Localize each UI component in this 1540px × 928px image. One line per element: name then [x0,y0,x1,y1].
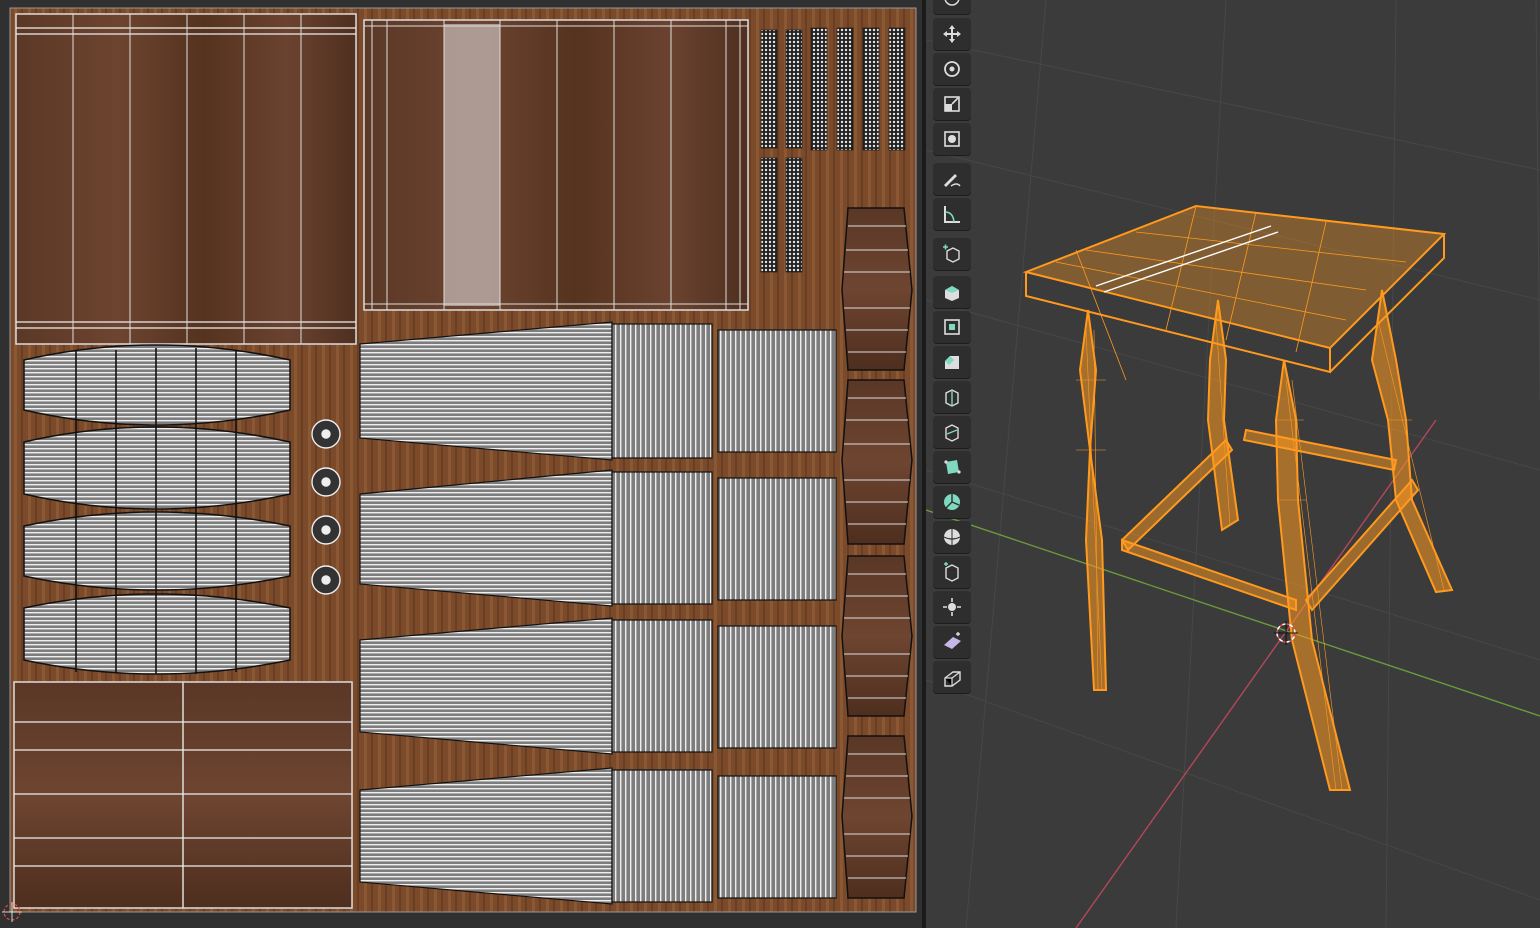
bevel-tool[interactable] [933,346,971,378]
annotate-tool[interactable] [933,163,971,195]
inset-faces-tool[interactable] [933,311,971,343]
rotate-tool[interactable] [933,53,971,85]
edge-slide-icon [944,562,959,582]
uv-island-top-left-board[interactable] [15,13,357,345]
add-cube-icon [943,244,960,263]
extrude-region-tool[interactable] [933,276,971,308]
knife-icon [945,424,959,442]
knife-tool[interactable] [933,416,971,448]
poly-build-tool[interactable] [933,451,971,483]
axis-x-line [1075,419,1437,928]
cursor-icon [944,0,960,6]
loop-cut-tool[interactable] [933,381,971,413]
extrude-icon [945,286,959,301]
uv-editor-area[interactable] [0,0,922,928]
annotate-icon [944,174,961,187]
uv-island-top-middle-board[interactable] [363,19,749,311]
bevel-icon [945,356,959,369]
measure-icon [944,206,960,223]
move-icon [943,25,961,43]
shrink-fatten-icon [943,598,961,616]
cursor-tool[interactable] [933,0,971,14]
viewport-grid [926,0,1540,928]
edge-slide-tool[interactable] [933,556,971,588]
inset-icon [944,319,960,335]
spin-icon [944,494,960,510]
scale-tool[interactable] [933,88,971,120]
poly-build-icon [944,460,961,474]
add-cube-tool[interactable] [933,238,971,270]
rip-region-tool[interactable] [933,661,971,693]
transform-icon [944,131,960,147]
uv-island-bottom-planks[interactable] [13,681,353,909]
scale-icon [944,96,960,112]
move-tool[interactable] [933,18,971,50]
axis-y-line [926,509,1540,717]
transform-tool[interactable] [933,123,971,155]
3d-viewport[interactable] [926,0,1540,928]
shear-tool[interactable] [933,626,971,658]
smooth-icon [943,529,961,545]
spin-tool[interactable] [933,486,971,518]
viewport-scene[interactable] [926,0,1540,928]
uv-canvas[interactable] [0,0,922,928]
shrink-fatten-tool[interactable] [933,591,971,623]
measure-tool[interactable] [933,198,971,230]
loop-cut-icon [945,389,959,407]
shear-icon [944,632,961,649]
rip-icon [944,671,961,687]
smooth-tool[interactable] [933,521,971,553]
rotate-icon [944,61,960,77]
